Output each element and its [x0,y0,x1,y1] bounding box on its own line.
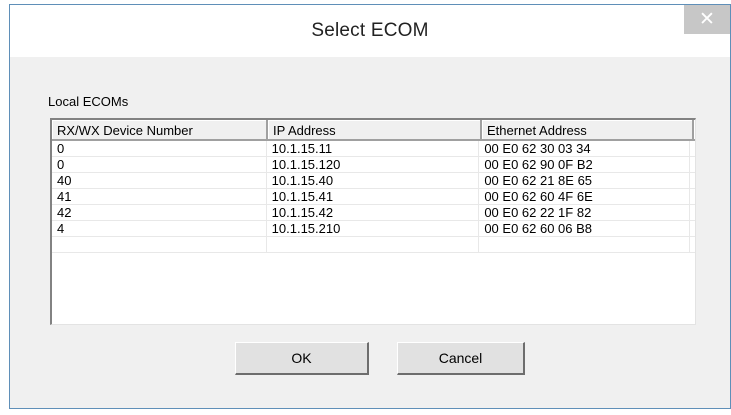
ethernet-address-cell: 00 E0 62 21 8E 65 [479,173,690,189]
device-number-cell: 42 [52,205,267,221]
device-number-cell: 4 [52,221,267,237]
ecom-list[interactable]: RX/WX Device Number IP Address Ethernet … [50,118,696,325]
row-filler [690,205,695,221]
row-filler [690,173,695,189]
ip-address-cell [266,237,480,253]
row-filler [690,221,695,237]
column-header-ethernet-address[interactable]: Ethernet Address [482,120,694,141]
ethernet-address-cell [479,237,690,253]
title-bar[interactable]: Select ECOM ✕ [10,5,730,57]
ip-address-cell: 10.1.15.42 [266,205,480,221]
device-number-cell: 40 [52,173,267,189]
ethernet-address-cell: 00 E0 62 22 1F 82 [479,205,690,221]
ip-address-cell: 10.1.15.41 [266,189,480,205]
close-icon[interactable]: ✕ [684,5,730,34]
ip-address-cell: 10.1.15.40 [266,173,480,189]
device-number-cell: 0 [52,141,267,157]
table-row[interactable]: 42 10.1.15.42 00 E0 62 22 1F 82 [52,205,695,221]
ethernet-address-cell: 00 E0 62 90 0F B2 [479,157,690,173]
table-row[interactable]: 4 10.1.15.210 00 E0 62 60 06 B8 [52,221,695,237]
device-number-cell: 0 [52,157,267,173]
ip-address-cell: 10.1.15.120 [266,157,480,173]
device-number-cell: 41 [52,189,267,205]
ethernet-address-cell: 00 E0 62 60 4F 6E [479,189,690,205]
table-row[interactable]: 0 10.1.15.11 00 E0 62 30 03 34 [52,141,695,157]
ip-address-cell: 10.1.15.210 [266,221,480,237]
dialog-title: Select ECOM [311,20,429,41]
row-filler [690,141,695,157]
table-row-empty[interactable] [52,237,695,253]
ethernet-address-cell: 00 E0 62 60 06 B8 [479,221,690,237]
row-filler [690,237,695,253]
select-ecom-dialog: Select ECOM ✕ Local ECOMs RX/WX Device N… [9,4,731,409]
ok-button[interactable]: OK [235,342,369,375]
column-header-ip-address[interactable]: IP Address [268,120,482,141]
row-filler [690,157,695,173]
table-row[interactable]: 0 10.1.15.120 00 E0 62 90 0F B2 [52,157,695,173]
column-header-filler [694,120,695,141]
table-row[interactable]: 40 10.1.15.40 00 E0 62 21 8E 65 [52,173,695,189]
ip-address-cell: 10.1.15.11 [266,141,480,157]
cancel-button[interactable]: Cancel [397,342,525,375]
row-filler [690,189,695,205]
list-header: RX/WX Device Number IP Address Ethernet … [52,120,695,141]
local-ecoms-label: Local ECOMs [48,94,129,109]
table-row[interactable]: 41 10.1.15.41 00 E0 62 60 4F 6E [52,189,695,205]
ethernet-address-cell: 00 E0 62 30 03 34 [479,141,690,157]
device-number-cell [52,237,267,253]
column-header-device-number[interactable]: RX/WX Device Number [52,120,268,141]
